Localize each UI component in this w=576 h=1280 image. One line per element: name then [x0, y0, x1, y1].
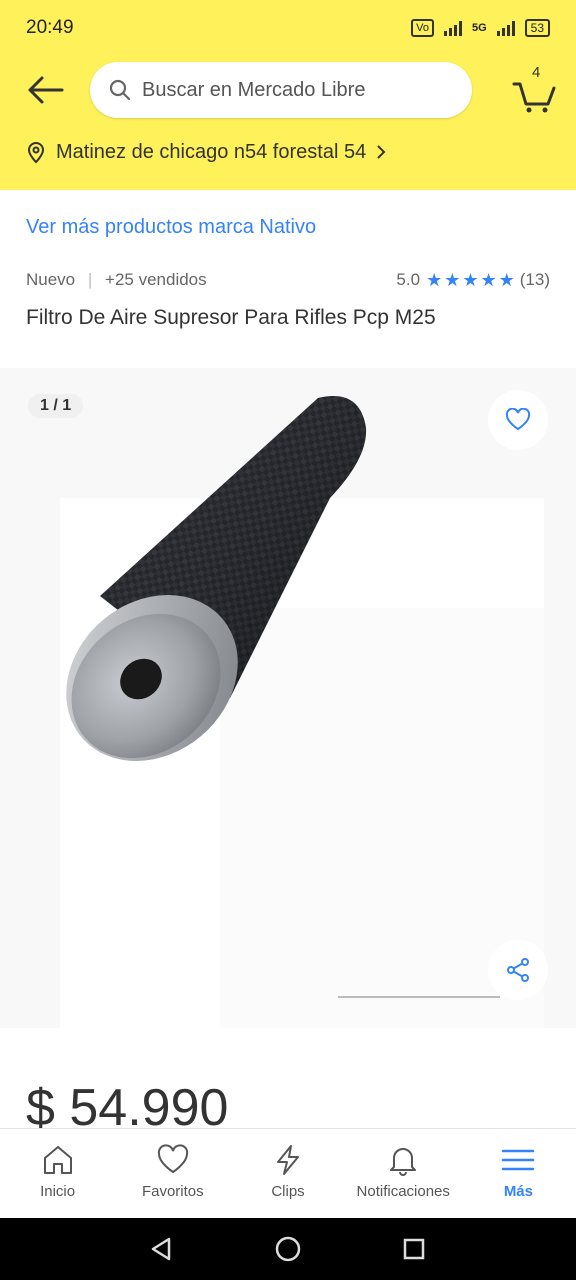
battery-icon: 53	[524, 19, 550, 37]
location-text: Matinez de chicago n54 forestal 54	[56, 140, 367, 163]
star-icon: ★	[480, 270, 497, 290]
product-image	[66, 396, 367, 761]
rating-value: 5.0	[396, 270, 421, 289]
status-time: 20:49	[26, 17, 74, 38]
system-nav-bar	[0, 1218, 576, 1280]
tab-label: Notificaciones	[356, 1183, 450, 1200]
home-icon	[43, 1146, 72, 1174]
image-counter: 1 / 1	[28, 394, 84, 418]
tab-label: Clips	[271, 1183, 305, 1200]
star-icon: ★	[426, 270, 443, 290]
brand-link[interactable]: Ver más productos marca Nativo	[26, 216, 316, 239]
network-type: 5G	[471, 22, 487, 34]
battery-level: 53	[530, 21, 544, 35]
heart-icon	[505, 408, 531, 431]
menu-icon	[502, 1149, 535, 1171]
cart-icon	[512, 82, 556, 113]
tab-favoritos[interactable]: Favoritos	[115, 1129, 230, 1218]
share-button[interactable]	[488, 940, 548, 1000]
tab-label: Más	[503, 1183, 533, 1200]
condition-label: Nuevo	[26, 270, 76, 289]
status-bar: 20:49 Vo 5G 53	[0, 0, 576, 56]
product-meta: Nuevo | +25 vendidos 5.0 ★ ★ ★ ★ ★ (13)	[26, 270, 550, 290]
tab-label: Favoritos	[141, 1183, 204, 1200]
product-image-gallery[interactable]: 1 / 1	[0, 368, 576, 1028]
tab-mas[interactable]: Más	[461, 1129, 576, 1218]
star-icon: ★	[462, 270, 479, 290]
chevron-right-icon	[377, 145, 386, 159]
bottom-tab-bar: Inicio Favoritos Clips Notificaciones Má…	[0, 1128, 576, 1218]
condition-sold: Nuevo | +25 vendidos	[26, 270, 207, 289]
signal-icon	[443, 20, 462, 36]
search-icon	[109, 79, 131, 101]
tab-inicio[interactable]: Inicio	[0, 1129, 115, 1218]
share-icon	[507, 958, 529, 982]
arrow-left-icon	[28, 76, 64, 104]
lightning-icon	[277, 1145, 299, 1175]
star-icon: ★	[498, 270, 515, 290]
rating[interactable]: 5.0 ★ ★ ★ ★ ★ (13)	[396, 270, 550, 290]
product-title: Filtro De Aire Supresor Para Rifles Pcp …	[26, 306, 436, 329]
star-icon: ★	[444, 270, 461, 290]
nav-recents-icon[interactable]	[401, 1236, 427, 1262]
nav-home-icon[interactable]	[274, 1235, 302, 1263]
cart-button[interactable]: 4	[510, 64, 560, 114]
sold-count: +25 vendidos	[105, 270, 207, 289]
favorite-button[interactable]	[488, 390, 548, 450]
volte-indicator: Vo	[411, 19, 434, 37]
tab-notificaciones[interactable]: Notificaciones	[346, 1129, 461, 1218]
rating-count: (13)	[519, 270, 550, 289]
signal-icon-2	[496, 20, 515, 36]
location-pin-icon	[27, 142, 45, 164]
back-button[interactable]	[22, 70, 68, 110]
status-icons: Vo 5G 53	[411, 19, 550, 37]
tab-clips[interactable]: Clips	[230, 1129, 345, 1218]
heart-icon	[157, 1144, 188, 1174]
location-selector[interactable]: Matinez de chicago n54 forestal 54	[26, 140, 386, 164]
header: Buscar en Mercado Libre 4 Matinez de chi…	[0, 56, 576, 190]
tab-label: Inicio	[40, 1183, 76, 1200]
bell-icon	[390, 1148, 417, 1176]
nav-back-icon[interactable]	[149, 1236, 175, 1262]
search-placeholder: Buscar en Mercado Libre	[142, 78, 366, 101]
search-input[interactable]: Buscar en Mercado Libre	[90, 62, 472, 118]
gallery-scroll-indicator	[338, 996, 500, 998]
